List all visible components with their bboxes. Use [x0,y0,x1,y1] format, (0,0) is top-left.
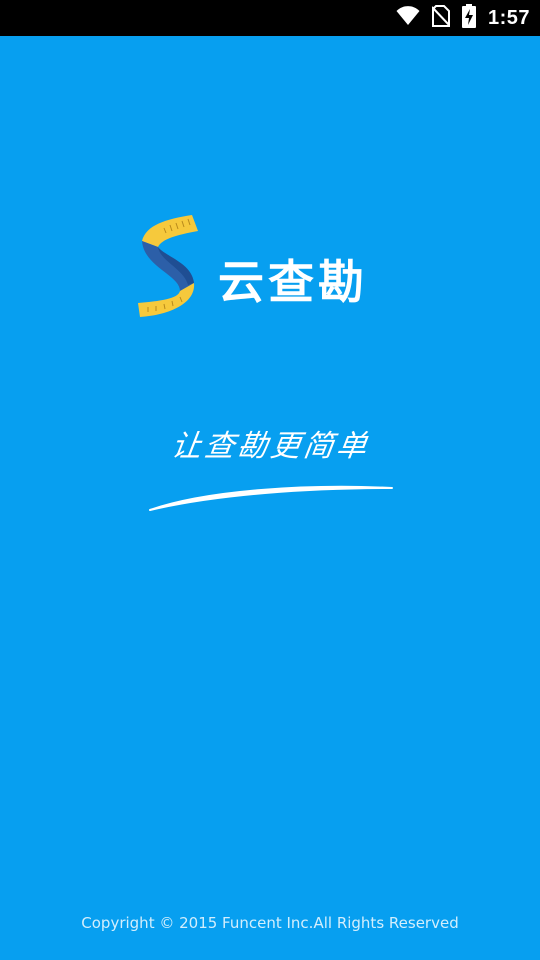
battery-charging-icon [461,4,476,32]
status-icons: 1:57 [396,0,530,36]
slogan: 让查勘更简单 [169,429,372,464]
wifi-icon [396,6,420,30]
app-name: 云查勘 [218,255,368,309]
status-bar: 1:57 [0,0,540,36]
splash-screen: 云查勘 让查勘更简单 Copyright © 2015 Funcent Inc.… [0,36,540,960]
copyright-text: Copyright © 2015 Funcent Inc.All Rights … [81,914,459,932]
measuring-tape-s-logo-icon [136,211,206,321]
no-sim-icon [431,5,451,31]
status-time: 1:57 [487,6,530,29]
slogan-swoosh [149,485,393,511]
